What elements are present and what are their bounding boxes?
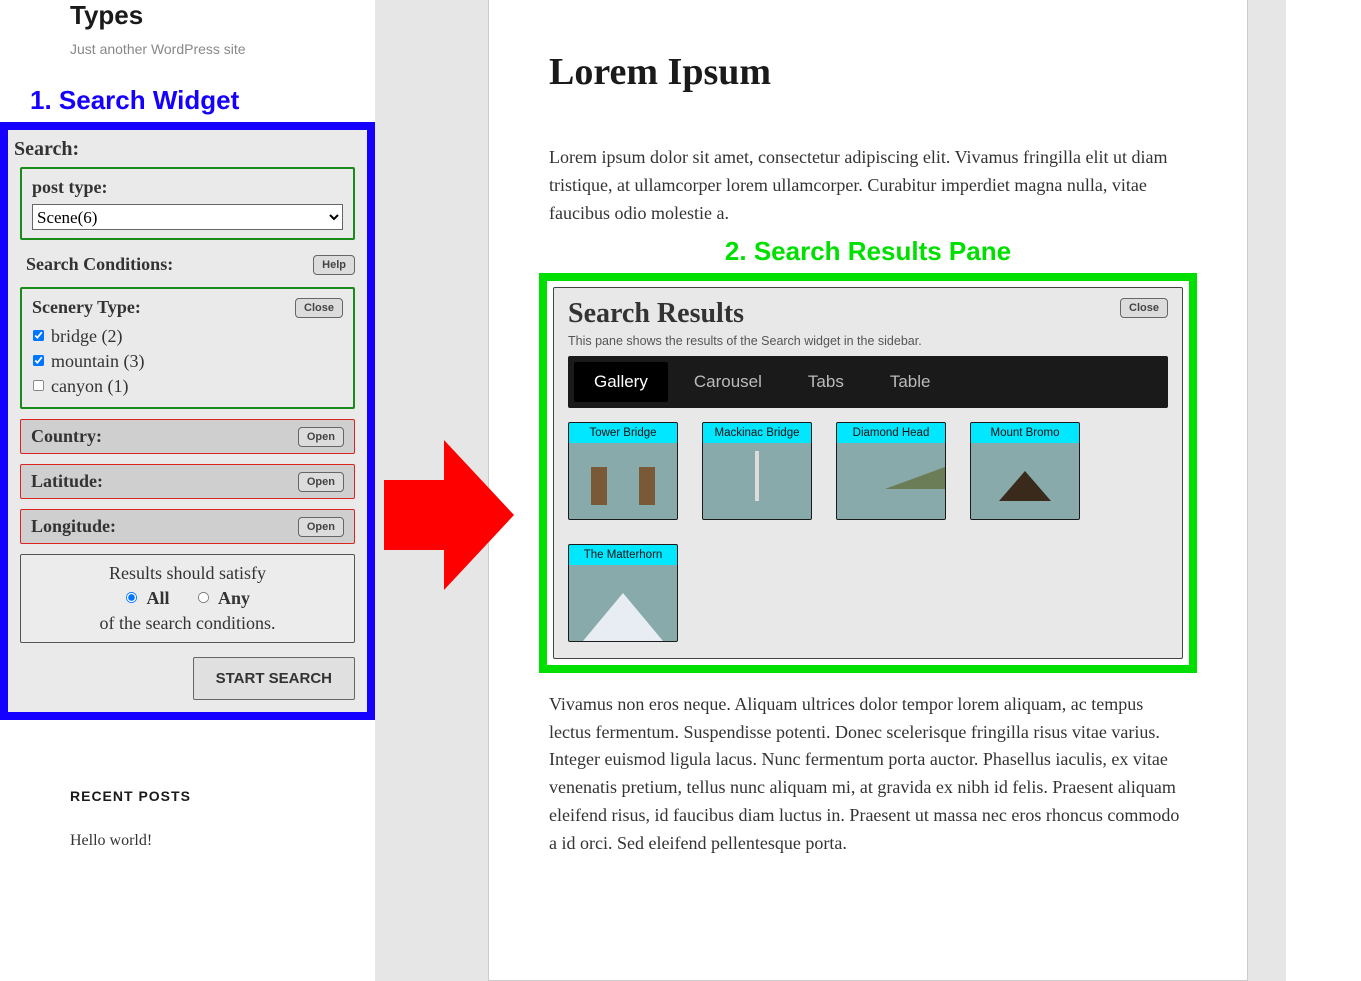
- scenery-checkbox[interactable]: [33, 330, 44, 341]
- results-pane: Search Results Close This pane shows the…: [553, 287, 1183, 659]
- latitude-box: Latitude: Open: [20, 464, 355, 499]
- gallery-thumbnail: [569, 565, 677, 641]
- gallery-item[interactable]: Tower Bridge: [568, 422, 678, 520]
- scenery-box: Scenery Type: Close bridge (2)mountain (…: [20, 287, 355, 409]
- longitude-title: Longitude:: [31, 516, 116, 537]
- country-open-button[interactable]: Open: [298, 427, 344, 447]
- gallery-item[interactable]: The Matterhorn: [568, 544, 678, 642]
- search-header: Search:: [8, 130, 367, 167]
- recent-post-link[interactable]: Hello world!: [70, 804, 375, 850]
- gallery-caption: Diamond Head: [837, 423, 945, 443]
- satisfy-line1: Results should satisfy: [31, 563, 344, 584]
- tab-gallery[interactable]: Gallery: [574, 362, 668, 402]
- search-widget: Search: post type: Scene(6) Search Condi…: [0, 122, 375, 720]
- tab-tabs[interactable]: Tabs: [788, 362, 864, 402]
- gallery-thumbnail: [837, 443, 945, 519]
- post-type-box: post type: Scene(6): [20, 167, 355, 240]
- results-gallery: Tower Bridge Mackinac Bridge Diamond Head M…: [568, 422, 1168, 642]
- gallery-caption: Mount Bromo: [971, 423, 1079, 443]
- scenery-option[interactable]: canyon (1): [32, 374, 343, 399]
- scenery-checkbox[interactable]: [33, 355, 44, 366]
- results-close-button[interactable]: Close: [1120, 298, 1168, 318]
- article-p1: Lorem ipsum dolor sit amet, consectetur …: [549, 144, 1187, 228]
- conditions-label: Search Conditions:: [26, 254, 173, 275]
- longitude-box: Longitude: Open: [20, 509, 355, 544]
- gallery-item[interactable]: Mount Bromo: [970, 422, 1080, 520]
- site-title: Types: [0, 0, 375, 31]
- scenery-option[interactable]: mountain (3): [32, 349, 343, 374]
- tab-carousel[interactable]: Carousel: [674, 362, 782, 402]
- gallery-thumbnail: [703, 443, 811, 519]
- gallery-caption: The Matterhorn: [569, 545, 677, 565]
- gallery-item[interactable]: Diamond Head: [836, 422, 946, 520]
- satisfy-all-radio[interactable]: [126, 592, 137, 603]
- country-title: Country:: [31, 426, 102, 447]
- latitude-open-button[interactable]: Open: [298, 472, 344, 492]
- scenery-option[interactable]: bridge (2): [32, 324, 343, 349]
- gallery-caption: Tower Bridge: [569, 423, 677, 443]
- scenery-title: Scenery Type:: [32, 297, 141, 318]
- gallery-item[interactable]: Mackinac Bridge: [702, 422, 812, 520]
- start-search-button[interactable]: START SEARCH: [193, 657, 355, 700]
- post-type-select[interactable]: Scene(6): [32, 204, 343, 230]
- annotation-widget: 1. Search Widget: [0, 85, 375, 116]
- satisfy-box: Results should satisfy All Any of the se…: [20, 554, 355, 643]
- latitude-title: Latitude:: [31, 471, 103, 492]
- results-tabs: GalleryCarouselTabsTable: [568, 356, 1168, 408]
- post-type-label: post type:: [32, 177, 108, 198]
- right-background-strip: [1286, 0, 1361, 981]
- tab-table[interactable]: Table: [870, 362, 951, 402]
- results-pane-highlight: Search Results Close This pane shows the…: [539, 273, 1197, 673]
- annotation-results: 2. Search Results Pane: [539, 236, 1197, 267]
- help-button[interactable]: Help: [313, 255, 355, 275]
- scenery-close-button[interactable]: Close: [295, 298, 343, 318]
- gallery-caption: Mackinac Bridge: [703, 423, 811, 443]
- satisfy-any-label[interactable]: Any: [197, 588, 251, 608]
- scenery-checkbox[interactable]: [33, 380, 44, 391]
- recent-posts-header: RECENT POSTS: [70, 788, 375, 804]
- gallery-thumbnail: [971, 443, 1079, 519]
- results-title: Search Results: [568, 298, 744, 330]
- article-title: Lorem Ipsum: [549, 50, 1187, 94]
- country-box: Country: Open: [20, 419, 355, 454]
- article-p2: Vivamus non eros neque. Aliquam ultrices…: [549, 691, 1187, 858]
- satisfy-line2: of the search conditions.: [31, 613, 344, 634]
- satisfy-all-label[interactable]: All: [125, 588, 174, 608]
- satisfy-any-radio[interactable]: [197, 592, 208, 603]
- site-tagline: Just another WordPress site: [0, 31, 375, 67]
- longitude-open-button[interactable]: Open: [298, 517, 344, 537]
- results-subtitle: This pane shows the results of the Searc…: [568, 330, 1168, 356]
- gallery-thumbnail: [569, 443, 677, 519]
